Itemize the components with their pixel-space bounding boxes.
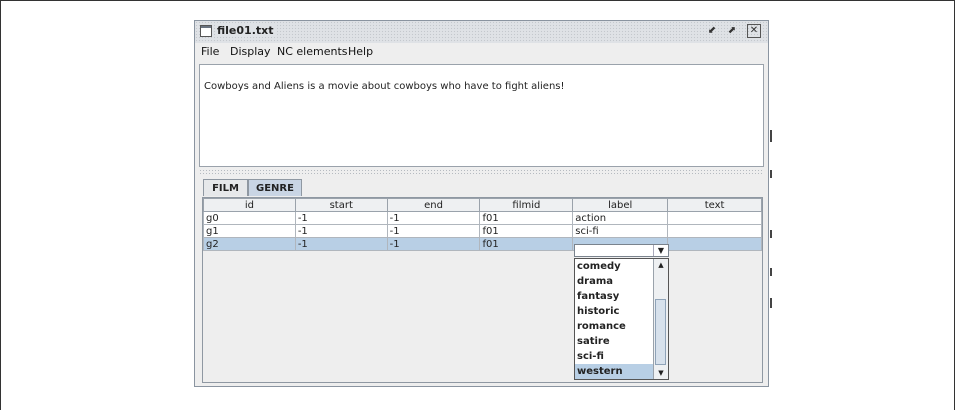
table-row-selected[interactable]: g2 -1 -1 f01 <box>203 237 762 251</box>
tab-genre[interactable]: GENRE <box>248 179 302 196</box>
cell-start[interactable]: -1 <box>294 237 388 251</box>
dropdown-option[interactable]: drama <box>575 274 654 289</box>
window-title: file01.txt <box>217 24 278 37</box>
close-icon[interactable]: ✕ <box>747 24 761 38</box>
dropdown-scrollbar[interactable]: ▲ ▼ <box>653 259 668 379</box>
cell-text[interactable] <box>667 237 762 251</box>
column-header-start[interactable]: start <box>294 198 388 212</box>
dropdown-option-highlighted[interactable]: western <box>575 364 654 379</box>
frame-tick <box>770 268 772 276</box>
document-text-area[interactable]: Cowboys and Aliens is a movie about cowb… <box>199 64 764 167</box>
dropdown-option[interactable]: satire <box>575 334 654 349</box>
app-window: file01.txt ⬋ ⬈ ✕ File Display NC element… <box>194 20 769 387</box>
menu-display[interactable]: Display <box>230 45 271 58</box>
cell-end[interactable]: -1 <box>386 211 481 225</box>
column-header-label[interactable]: label <box>572 198 669 212</box>
frame-tick <box>770 298 772 308</box>
cell-id[interactable]: g1 <box>203 224 296 238</box>
label-combo-box[interactable]: ▼ <box>574 244 669 257</box>
dropdown-option[interactable]: sci-fi <box>575 349 654 364</box>
column-header-id[interactable]: id <box>203 198 296 212</box>
title-bar[interactable]: file01.txt ⬋ ⬈ ✕ <box>195 21 768 44</box>
menu-help[interactable]: Help <box>348 45 373 58</box>
genre-table-panel: id start end filmid label text g0 -1 -1 … <box>202 197 763 383</box>
maximize-icon[interactable]: ⬈ <box>725 24 739 38</box>
scrollbar-thumb[interactable] <box>655 299 666 365</box>
cell-filmid[interactable]: f01 <box>479 237 574 251</box>
frame-tick <box>770 170 772 178</box>
column-header-filmid[interactable]: filmid <box>479 198 574 212</box>
column-header-text[interactable]: text <box>667 198 762 212</box>
cell-id[interactable]: g0 <box>203 211 296 225</box>
chevron-down-icon[interactable]: ▼ <box>653 245 668 256</box>
dropdown-option[interactable]: comedy <box>575 259 654 274</box>
cell-id[interactable]: g2 <box>203 237 296 251</box>
frame-tick <box>770 130 772 142</box>
document-text: Cowboys and Aliens is a movie about cowb… <box>204 81 565 92</box>
cell-start[interactable]: -1 <box>294 211 388 225</box>
dropdown-option[interactable]: fantasy <box>575 289 654 304</box>
column-header-end[interactable]: end <box>386 198 481 212</box>
dropdown-options: comedy drama fantasy historic romance sa… <box>575 259 654 379</box>
frame-tick <box>770 230 772 238</box>
cell-filmid[interactable]: f01 <box>479 211 574 225</box>
menu-nc-elements[interactable]: NC elements <box>277 45 348 58</box>
cell-end[interactable]: -1 <box>386 237 481 251</box>
split-pane-divider[interactable] <box>199 169 764 174</box>
cell-start[interactable]: -1 <box>294 224 388 238</box>
menu-bar: File Display NC elements Help <box>195 43 768 62</box>
cell-end[interactable]: -1 <box>386 224 481 238</box>
dropdown-option[interactable]: romance <box>575 319 654 334</box>
label-dropdown-list[interactable]: comedy drama fantasy historic romance sa… <box>574 258 669 380</box>
cell-text[interactable] <box>667 224 762 238</box>
scroll-down-icon[interactable]: ▼ <box>654 367 668 379</box>
window-icon[interactable] <box>200 25 212 37</box>
cell-text[interactable] <box>667 211 762 225</box>
minimize-icon[interactable]: ⬋ <box>705 24 719 38</box>
tab-film[interactable]: FILM <box>203 179 248 196</box>
cell-label[interactable]: action <box>572 211 669 225</box>
table-header-row: id start end filmid label text <box>203 198 762 212</box>
scroll-up-icon[interactable]: ▲ <box>654 259 668 271</box>
table-row[interactable]: g0 -1 -1 f01 action <box>203 211 762 225</box>
dropdown-option[interactable]: historic <box>575 304 654 319</box>
cell-label[interactable]: sci-fi <box>572 224 669 238</box>
menu-file[interactable]: File <box>201 45 219 58</box>
table-row[interactable]: g1 -1 -1 f01 sci-fi <box>203 224 762 238</box>
genre-table: id start end filmid label text g0 -1 -1 … <box>203 198 762 251</box>
cell-filmid[interactable]: f01 <box>479 224 574 238</box>
